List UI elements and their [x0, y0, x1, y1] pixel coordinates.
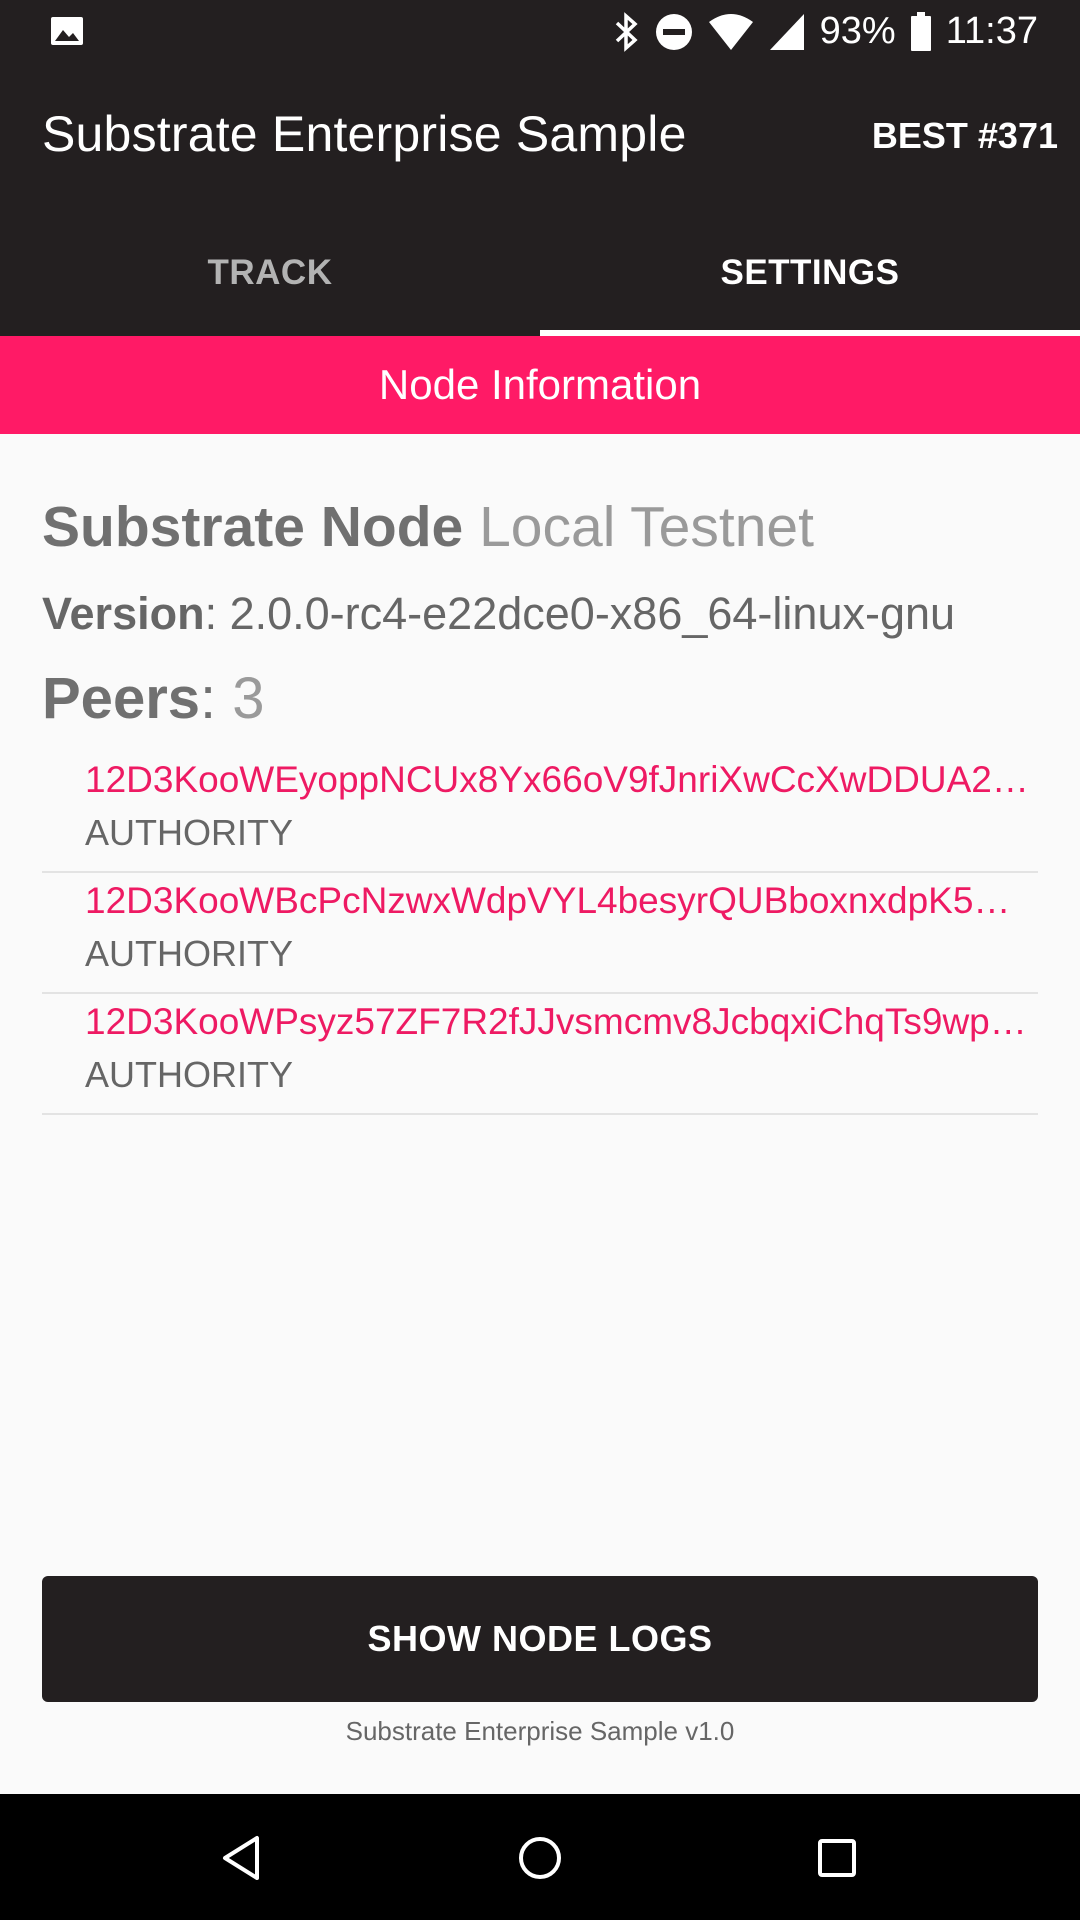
peers-separator: : — [200, 666, 233, 731]
peer-role: AUTHORITY — [85, 1054, 294, 1095]
app-version-text: Substrate Enterprise Sample v1.0 — [345, 1716, 735, 1746]
peers-number: 3 — [232, 666, 265, 731]
image-icon — [50, 14, 84, 48]
section-header: Node Information — [0, 336, 1080, 434]
do-not-disturb-icon — [654, 12, 694, 52]
tab-settings[interactable]: SETTINGS — [540, 210, 1080, 336]
peer-id: 12D3KooWPsyz57ZF7R2fJJvsmcmv8JcbqxiChqTs… — [85, 1001, 1027, 1042]
version-value: : 2.0.0-rc4-e22dce0-x86_64-linux-gnu — [204, 588, 956, 639]
list-item[interactable]: 12D3KooWBcPcNzwxWdpVYL4besyrQUBboxnxdpK5… — [42, 873, 1038, 994]
home-icon[interactable] — [504, 1822, 576, 1894]
tab-track[interactable]: TRACK — [0, 210, 540, 336]
clock: 11:37 — [945, 10, 1038, 52]
battery-icon — [910, 11, 932, 52]
peer-list: 12D3KooWEyoppNCUx8Yx66oV9fJnriXwCcXwDDUA… — [42, 752, 1038, 1115]
signal-icon — [768, 12, 806, 52]
system-nav-bar — [0, 1794, 1080, 1920]
node-title: Substrate Node Local Testnet — [42, 494, 814, 560]
app-title: Substrate Enterprise Sample — [42, 106, 687, 162]
node-name: Substrate Node — [42, 495, 464, 559]
wifi-icon — [708, 12, 754, 52]
node-chain: Local Testnet — [479, 495, 814, 559]
show-node-logs-button[interactable]: SHOW NODE LOGS — [42, 1576, 1038, 1702]
tab-bar: TRACK SETTINGS — [0, 210, 1080, 336]
peers-count: Peers: 3 — [42, 664, 265, 734]
node-version: Version: 2.0.0-rc4-e22dce0-x86_64-linux-… — [42, 586, 955, 642]
back-icon[interactable] — [205, 1822, 277, 1894]
peer-role: AUTHORITY — [85, 933, 294, 974]
peer-id: 12D3KooWBcPcNzwxWdpVYL4besyrQUBboxnxdpK5… — [85, 880, 1030, 921]
peer-id: 12D3KooWEyoppNCUx8Yx66oV9fJnriXwCcXwDDUA… — [85, 759, 1030, 800]
list-item[interactable]: 12D3KooWEyoppNCUx8Yx66oV9fJnriXwCcXwDDUA… — [42, 752, 1038, 873]
status-bar: 93% 11:37 — [0, 0, 1080, 63]
recents-icon[interactable] — [801, 1822, 873, 1894]
peer-role: AUTHORITY — [85, 812, 294, 853]
version-label: Version — [42, 588, 205, 639]
battery-percent: 93% — [819, 10, 896, 52]
app-bar: Substrate Enterprise Sample BEST #371 — [0, 63, 1080, 210]
list-item[interactable]: 12D3KooWPsyz57ZF7R2fJJvsmcmv8JcbqxiChqTs… — [42, 994, 1038, 1115]
bluetooth-icon — [614, 11, 640, 52]
peers-label: Peers — [42, 666, 201, 731]
best-block-indicator: BEST #371 — [871, 115, 1058, 156]
